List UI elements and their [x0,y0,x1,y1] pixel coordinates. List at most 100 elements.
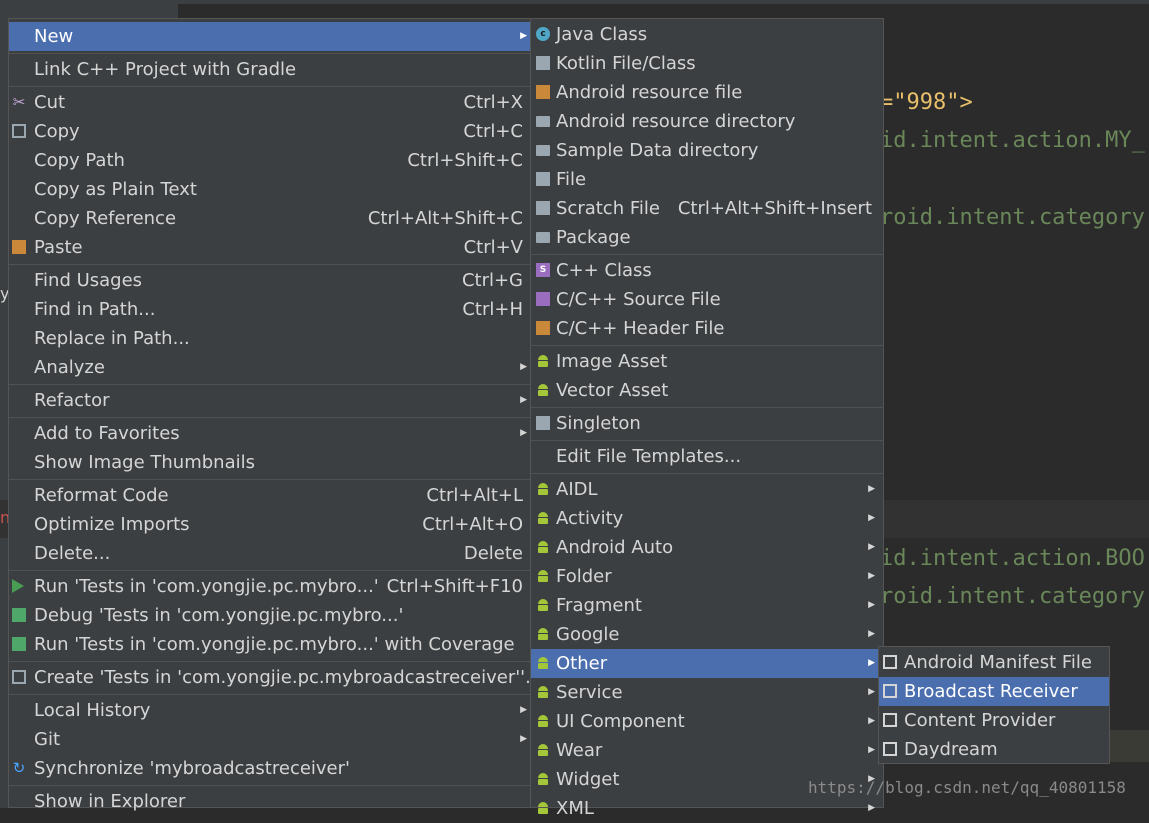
menu-item-shortcut: Ctrl+G [461,270,523,291]
menu-item-new[interactable]: New ▶ [9,22,531,51]
submenu-arrow-icon: ▶ [868,542,875,552]
menu-item-local-history[interactable]: Local History ▶ [9,696,531,725]
menu-item-shortcut: Ctrl+Alt+Shift+C [367,208,523,229]
submenu-arrow-icon: ▶ [868,600,875,610]
java-class-icon: c [536,27,550,41]
menu-item-label: Android Auto [556,537,674,558]
menu-item-label: Java Class [556,24,648,45]
menu-item-label: Copy [34,121,80,142]
other-item-android-manifest-file[interactable]: Android Manifest File [879,648,1109,677]
menu-separator [9,661,531,662]
menu-item-label: Git [34,729,61,750]
android-icon [536,598,550,612]
new-item-xml[interactable]: XML ▶ [531,794,883,823]
debug-icon [12,608,26,622]
new-item-singleton[interactable]: Singleton [531,409,883,438]
menu-item-cut[interactable]: ✂ Cut Ctrl+X [9,88,531,117]
scissors-icon: ✂ [12,93,26,111]
other-item-daydream[interactable]: Daydream [879,735,1109,764]
new-item-sample-data-directory[interactable]: Sample Data directory [531,136,883,165]
new-item-c-c-header-file[interactable]: C/C++ Header File [531,314,883,343]
android-file-icon [883,713,897,727]
android-icon [536,540,550,554]
new-item-package[interactable]: Package [531,223,883,252]
menu-item-label: New [34,26,74,47]
new-item-c-class[interactable]: S C++ Class [531,256,883,285]
submenu-arrow-icon: ▶ [868,484,875,494]
menu-item-label: Copy Reference [34,208,177,229]
menu-item-label: Google [556,624,620,645]
menu-item-label: Wear [556,740,603,761]
new-item-c-c-source-file[interactable]: C/C++ Source File [531,285,883,314]
new-item-activity[interactable]: Activity ▶ [531,504,883,533]
menu-item-optimize-imports[interactable]: Optimize Imports Ctrl+Alt+O [9,510,531,539]
menu-item-run-tests-in-com-yongjie-pc-mybro[interactable]: Run 'Tests in 'com.yongjie.pc.mybro...' C… [9,572,531,601]
singleton-icon [536,416,550,430]
menu-item-add-to-favorites[interactable]: Add to Favorites ▶ [9,419,531,448]
menu-item-refactor[interactable]: Refactor ▶ [9,386,531,415]
new-item-edit-file-templates[interactable]: Edit File Templates... [531,442,883,471]
new-item-google[interactable]: Google ▶ [531,620,883,649]
menu-item-link-c-project-with-gradle[interactable]: Link C++ Project with Gradle [9,55,531,84]
new-item-folder[interactable]: Folder ▶ [531,562,883,591]
menu-item-find-usages[interactable]: Find Usages Ctrl+G [9,266,531,295]
menu-item-shortcut: Ctrl+X [463,92,523,113]
android-icon [536,511,550,525]
menu-item-analyze[interactable]: Analyze ▶ [9,353,531,382]
new-item-android-resource-directory[interactable]: Android resource directory [531,107,883,136]
menu-item-label: Other [556,653,608,674]
menu-item-paste[interactable]: Paste Ctrl+V [9,233,531,262]
android-icon [536,801,550,815]
folder-icon [536,145,550,156]
menu-item-find-in-path[interactable]: Find in Path... Ctrl+H [9,295,531,324]
new-item-kotlin-file-class[interactable]: Kotlin File/Class [531,49,883,78]
submenu-arrow-icon: ▶ [520,734,527,744]
menu-item-delete[interactable]: Delete... Delete [9,539,531,568]
menu-item-copy[interactable]: Copy Ctrl+C [9,117,531,146]
other-item-content-provider[interactable]: Content Provider [879,706,1109,735]
new-item-ui-component[interactable]: UI Component ▶ [531,707,883,736]
submenu-arrow-icon: ▶ [868,513,875,523]
submenu-arrow-icon: ▶ [868,629,875,639]
other-item-broadcast-receiver[interactable]: Broadcast Receiver [879,677,1109,706]
new-item-aidl[interactable]: AIDL ▶ [531,475,883,504]
menu-item-replace-in-path[interactable]: Replace in Path... [9,324,531,353]
menu-item-copy-as-plain-text[interactable]: Copy as Plain Text [9,175,531,204]
submenu-arrow-icon: ▶ [520,428,527,438]
new-item-wear[interactable]: Wear ▶ [531,736,883,765]
android-icon [536,714,550,728]
menu-separator [9,53,531,54]
menu-item-run-tests-in-com-yongjie-pc-mybro-with-coverage[interactable]: Run 'Tests in 'com.yongjie.pc.mybro...' … [9,630,531,659]
menu-item-show-in-explorer[interactable]: Show in Explorer [9,787,531,816]
menu-item-git[interactable]: Git ▶ [9,725,531,754]
android-icon [536,354,550,368]
menu-item-reformat-code[interactable]: Reformat Code Ctrl+Alt+L [9,481,531,510]
new-item-other[interactable]: Other ▶ [531,649,883,678]
menu-item-shortcut: Ctrl+Alt+L [426,485,523,506]
menu-separator [531,473,883,474]
menu-item-create-tests-in-com-yongjie-pc-mybroadcastreceiver[interactable]: Create 'Tests in 'com.yongjie.pc.mybroad… [9,663,542,692]
new-item-android-resource-file[interactable]: Android resource file [531,78,883,107]
menu-item-label: Android resource file [556,82,743,103]
menu-item-label: Copy Path [34,150,125,171]
menu-item-label: Show Image Thumbnails [34,452,255,473]
menu-item-copy-reference[interactable]: Copy Reference Ctrl+Alt+Shift+C [9,204,531,233]
menu-item-debug-tests-in-com-yongjie-pc-mybro[interactable]: Debug 'Tests in 'com.yongjie.pc.mybro...… [9,601,531,630]
new-item-file[interactable]: File [531,165,883,194]
new-item-scratch-file[interactable]: Scratch File Ctrl+Alt+Shift+Insert [531,194,883,223]
menu-item-label: Paste [34,237,83,258]
new-item-vector-asset[interactable]: Vector Asset [531,376,883,405]
menu-item-label: File [556,169,587,190]
menu-separator [531,440,883,441]
menu-item-label: Run 'Tests in 'com.yongjie.pc.mybro...' [34,576,379,597]
menu-item-shortcut: Ctrl+Alt+Shift+Insert [677,198,872,219]
menu-item-show-image-thumbnails[interactable]: Show Image Thumbnails [9,448,531,477]
new-item-service[interactable]: Service ▶ [531,678,883,707]
menu-item-synchronize-mybroadcastreceiver[interactable]: ↻ Synchronize 'mybroadcastreceiver' [9,754,531,783]
submenu-arrow-icon: ▶ [520,395,527,405]
menu-item-copy-path[interactable]: Copy Path Ctrl+Shift+C [9,146,531,175]
new-item-image-asset[interactable]: Image Asset [531,347,883,376]
new-item-java-class[interactable]: c Java Class [531,20,883,49]
new-item-android-auto[interactable]: Android Auto ▶ [531,533,883,562]
new-item-fragment[interactable]: Fragment ▶ [531,591,883,620]
